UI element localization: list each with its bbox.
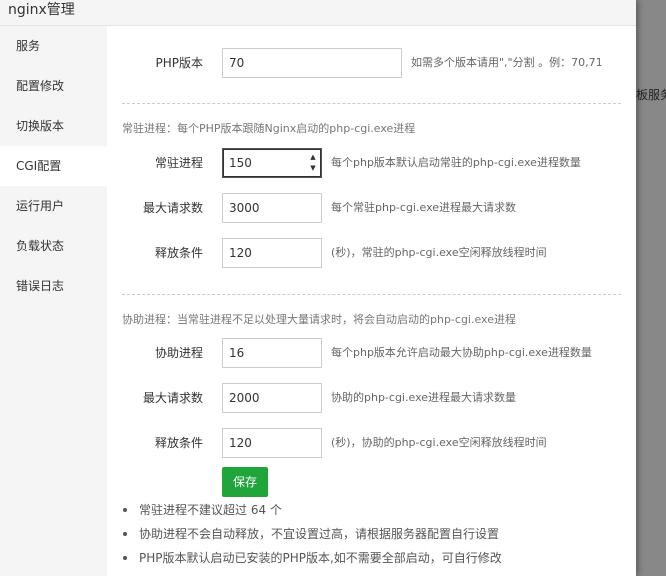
resident-release-row: 释放条件 120 (秒)，常驻的php-cgi.exe空闲释放线程时间: [107, 238, 636, 268]
helper-max-requests-label: 最大请求数: [142, 391, 203, 405]
helper-release-hint: (秒)，协助的php-cgi.exe空闲释放线程时间: [331, 436, 547, 449]
divider: [122, 294, 621, 295]
php-version-row: PHP版本 70 如需多个版本请用","分割 。例：70,71: [107, 48, 636, 78]
helper-release-label: 释放条件: [154, 436, 203, 450]
cgi-config-panel: PHP版本 70 如需多个版本请用","分割 。例：70,71 常驻进程：每个P…: [107, 26, 636, 576]
sidebar-item-run-user[interactable]: 运行用户: [0, 186, 107, 226]
sidebar: 服务 配置修改 切换版本 CGI配置 运行用户 负载状态 错误日志: [0, 26, 107, 576]
note-item: 常驻进程不建议超过 64 个: [119, 498, 502, 522]
sidebar-item-service[interactable]: 服务: [0, 26, 107, 66]
resident-release-hint: (秒)，常驻的php-cgi.exe空闲释放线程时间: [331, 246, 547, 259]
note-item: PHP版本默认启动已安装的PHP版本,如不需要全部启动，可自行修改: [119, 546, 502, 570]
note-item: 协助进程不会自动释放，不宜设置过高，请根据服务器配置自行设置: [119, 522, 502, 546]
resident-release-label: 释放条件: [154, 246, 203, 260]
notes-list: 常驻进程不建议超过 64 个 协助进程不会自动释放，不宜设置过高，请根据服务器配…: [119, 498, 502, 570]
resident-process-value: 150: [229, 156, 252, 170]
sidebar-item-switch-version[interactable]: 切换版本: [0, 106, 107, 146]
nginx-manager-dialog: nginx管理 服务 配置修改 切换版本 CGI配置 运行用户 负载状态 错误日…: [0, 0, 636, 576]
helper-process-hint: 每个php版本允许启动最大协助php-cgi.exe进程数量: [331, 346, 592, 359]
php-version-label: PHP版本: [155, 56, 204, 70]
divider: [122, 103, 621, 104]
helper-max-requests-row: 最大请求数 2000 协助的php-cgi.exe进程最大请求数量: [107, 383, 636, 413]
sidebar-item-error-log[interactable]: 错误日志: [0, 266, 107, 306]
save-button[interactable]: 保存: [222, 467, 268, 497]
resident-process-row: 常驻进程 150 ▲ ▼ 每个php版本默认启动常驻的php-cgi.exe进程…: [107, 148, 636, 178]
resident-max-requests-row: 最大请求数 3000 每个常驻php-cgi.exe进程最大请求数: [107, 193, 636, 223]
resident-process-label: 常驻进程: [154, 156, 203, 170]
resident-max-requests-label: 最大请求数: [142, 201, 203, 215]
helper-section-title: 协助进程：当常驻进程不足以处理大量请求时，将会自动启动的php-cgi.exe进…: [122, 313, 516, 326]
background-right-strip: 板服务: [636, 0, 666, 576]
helper-release-input[interactable]: 120: [222, 428, 322, 458]
helper-process-row: 协助进程 16 每个php版本允许启动最大协助php-cgi.exe进程数量: [107, 338, 636, 368]
helper-process-input[interactable]: 16: [222, 338, 322, 368]
dialog-title: nginx管理: [0, 0, 636, 26]
resident-process-input[interactable]: 150 ▲ ▼: [222, 148, 322, 178]
helper-release-row: 释放条件 120 (秒)，协助的php-cgi.exe空闲释放线程时间: [107, 428, 636, 458]
sidebar-item-load-status[interactable]: 负载状态: [0, 226, 107, 266]
helper-max-requests-input[interactable]: 2000: [222, 383, 322, 413]
spin-up-icon[interactable]: ▲: [307, 152, 319, 163]
resident-max-requests-hint: 每个常驻php-cgi.exe进程最大请求数: [331, 201, 517, 214]
resident-section-title: 常驻进程：每个PHP版本跟随Nginx启动的php-cgi.exe进程: [122, 122, 416, 135]
helper-process-label: 协助进程: [154, 346, 203, 360]
background-text: 板服务: [636, 88, 666, 102]
php-version-input[interactable]: 70: [222, 48, 402, 78]
resident-max-requests-input[interactable]: 3000: [222, 193, 322, 223]
sidebar-item-config-edit[interactable]: 配置修改: [0, 66, 107, 106]
resident-process-hint: 每个php版本默认启动常驻的php-cgi.exe进程数量: [331, 156, 581, 169]
resident-release-input[interactable]: 120: [222, 238, 322, 268]
spin-down-icon[interactable]: ▼: [307, 163, 319, 174]
helper-max-requests-hint: 协助的php-cgi.exe进程最大请求数量: [331, 391, 517, 404]
php-version-hint: 如需多个版本请用","分割 。例：70,71: [411, 56, 603, 69]
sidebar-item-cgi-config[interactable]: CGI配置: [0, 146, 107, 186]
number-spinner[interactable]: ▲ ▼: [307, 152, 319, 174]
